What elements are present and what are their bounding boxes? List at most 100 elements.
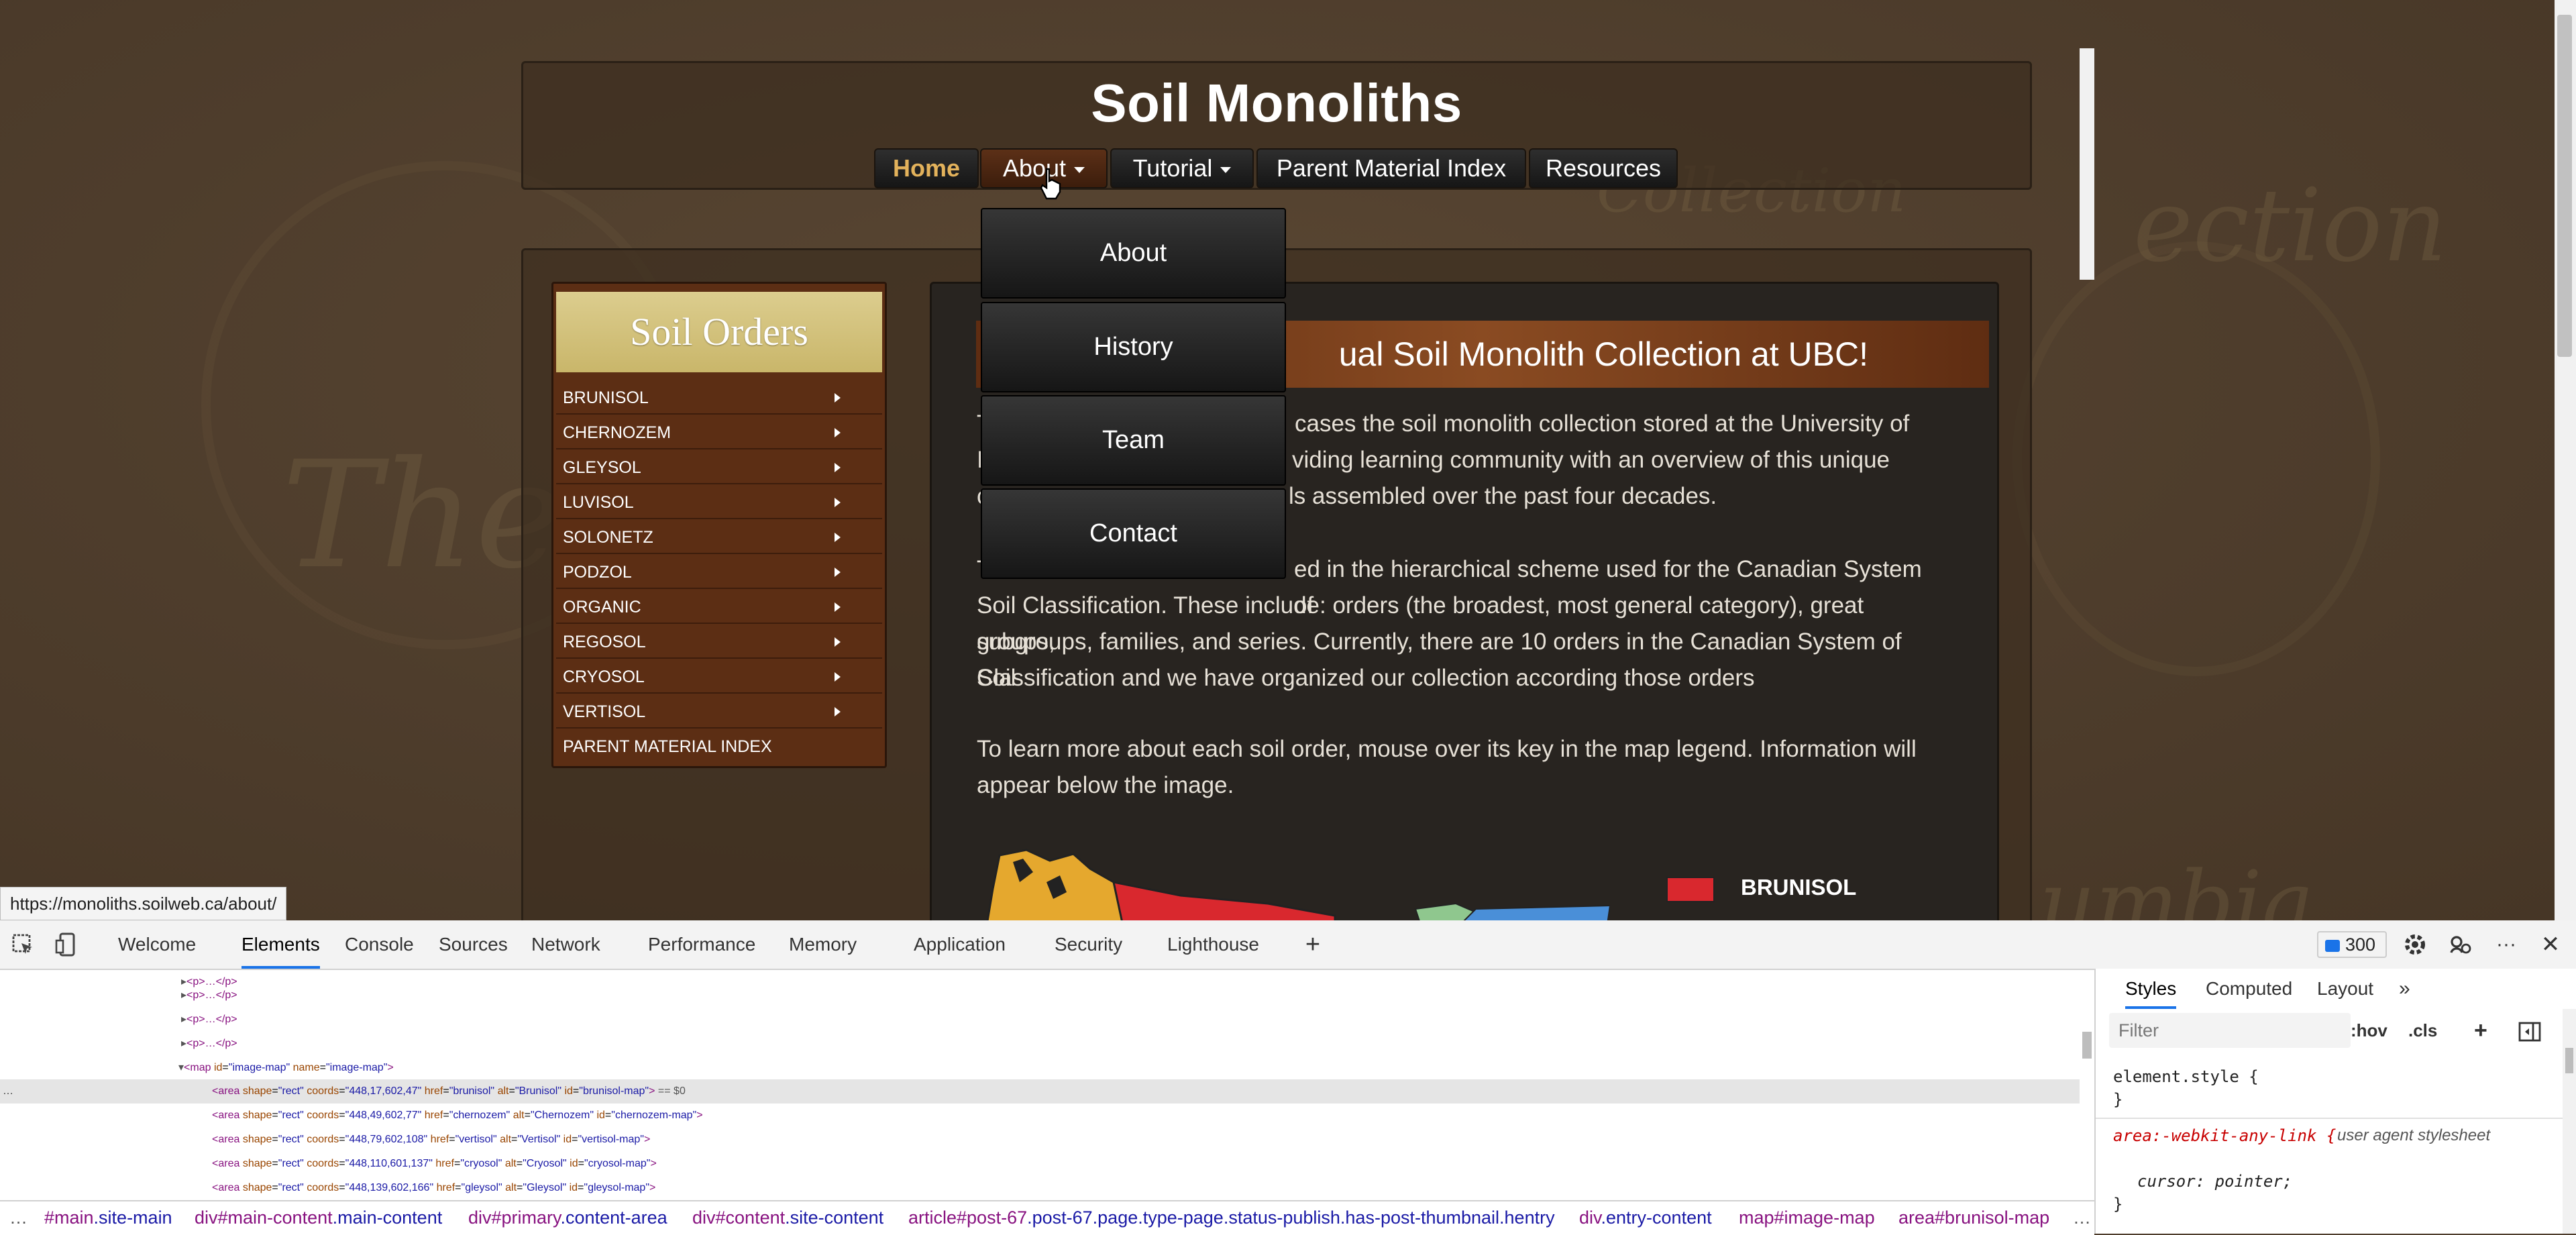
breadcrumb-item[interactable]: div#main-content.main-content [195, 1201, 442, 1234]
area-alt: Chernozem [534, 1110, 590, 1121]
hov-button[interactable]: :hov [2351, 1013, 2387, 1048]
styles-scrollbar-thumb[interactable] [2565, 1048, 2573, 1073]
cls-button[interactable]: .cls [2408, 1013, 2437, 1048]
breadcrumb-item[interactable]: div.entry-content [1579, 1201, 1712, 1234]
breadcrumb-item[interactable]: #main.site-main [44, 1201, 172, 1234]
sidebar-item-cryosol[interactable]: CRYOSOL [556, 660, 882, 694]
expand-arrow-icon[interactable]: ▸ [181, 1038, 186, 1049]
dropdown-item-team[interactable]: Team [981, 395, 1286, 486]
dom-node-text: <p>…</p> [186, 1014, 237, 1025]
tab-styles[interactable]: Styles [2125, 969, 2177, 1009]
chevron-right-icon [835, 428, 841, 437]
device-toolbar-icon[interactable] [54, 931, 80, 958]
tab-computed[interactable]: Computed [2206, 969, 2292, 1009]
breadcrumb-item[interactable]: article#post-67.post-67.page.type-page.s… [908, 1201, 1555, 1234]
tab-performance[interactable]: Performance [648, 920, 755, 969]
sidebar-item-brunisol[interactable]: BRUNISOL [556, 381, 882, 415]
issues-icon [2325, 939, 2340, 952]
styles-filter-input[interactable]: Filter [2109, 1013, 2351, 1048]
close-icon[interactable]: ✕ [2537, 931, 2564, 958]
site-title[interactable]: Soil Monoliths [523, 72, 2030, 134]
breadcrumb-ellipsis[interactable]: … [9, 1201, 28, 1234]
page-scrollbar-thumb[interactable] [2557, 15, 2572, 357]
dom-attr-value: image-map [329, 1062, 384, 1073]
tab-elements[interactable]: Elements [241, 920, 320, 969]
expand-arrow-icon[interactable]: ▸ [181, 989, 186, 1001]
tab-welcome[interactable]: Welcome [118, 920, 196, 969]
elements-scrollbar-thumb[interactable] [2082, 1032, 2092, 1059]
chevron-right-icon [835, 393, 841, 402]
nav-parent-material-index[interactable]: Parent Material Index [1256, 148, 1526, 189]
breadcrumb-item[interactable]: div#content.site-content [692, 1201, 883, 1234]
dom-node-p[interactable]: ▸<p>…</p> [181, 1008, 237, 1032]
css-rule-element-style[interactable]: element.style { [2113, 1065, 2259, 1088]
sidebar-item-organic[interactable]: ORGANIC [556, 590, 882, 624]
dom-node-area-cryosol[interactable]: <area shape="rect" coords="448,110,601,1… [212, 1152, 657, 1176]
styles-scrollbar[interactable] [2563, 1009, 2576, 1234]
canada-soil-map[interactable] [986, 842, 1610, 920]
sidebar-item-vertisol[interactable]: VERTISOL [556, 695, 882, 729]
dom-node-area-chernozem[interactable]: <area shape="rect" coords="448,49,602,77… [212, 1104, 703, 1128]
breadcrumb-item[interactable]: div#primary.content-area [468, 1201, 667, 1234]
area-id: gleysol-map [588, 1182, 646, 1193]
dom-node-p[interactable]: ▸<p>…</p> [181, 983, 237, 1008]
breadcrumb-item[interactable]: map#image-map [1739, 1201, 1875, 1234]
dom-node-text: <p>…</p> [186, 1038, 237, 1049]
inspect-icon[interactable] [9, 931, 36, 958]
tab-memory[interactable]: Memory [789, 920, 857, 969]
breadcrumb-item-selected[interactable]: area#brunisol-map [1898, 1201, 2049, 1234]
sidebar-item-podzol[interactable]: PODZOL [556, 555, 882, 589]
tab-console[interactable]: Console [345, 920, 414, 969]
toggle-sidebar-icon[interactable] [2518, 1013, 2541, 1048]
more-icon[interactable]: ··· [2493, 931, 2520, 958]
sidebar-item-chernozem[interactable]: CHERNOZEM [556, 416, 882, 449]
area-alt: Vertisol [521, 1134, 557, 1145]
chevron-right-icon [835, 707, 841, 716]
dropdown-item-contact[interactable]: Contact [981, 488, 1286, 579]
sidebar-item-solonetz[interactable]: SOLONETZ [556, 521, 882, 554]
legend-label-brunisol[interactable]: BRUNISOL [1741, 875, 1856, 900]
dom-gutter-ellipsis[interactable]: … [3, 1079, 13, 1104]
chevron-right-icon [835, 498, 841, 507]
add-tab-icon[interactable]: + [1299, 931, 1326, 958]
collapse-arrow-icon[interactable]: ▾ [178, 1062, 184, 1073]
nav-resources[interactable]: Resources [1529, 148, 1678, 189]
css-declaration[interactable]: cursor: pointer; [2137, 1170, 2292, 1193]
tab-lighthouse[interactable]: Lighthouse [1167, 920, 1259, 969]
tab-security[interactable]: Security [1055, 920, 1122, 969]
nav-tutorial[interactable]: Tutorial [1110, 148, 1254, 189]
legend-swatch-brunisol[interactable] [1666, 877, 1715, 902]
breadcrumb-ellipsis-end[interactable]: … [2073, 1201, 2091, 1234]
expand-arrow-icon[interactable]: ▸ [181, 1014, 186, 1025]
dom-node-p[interactable]: ▸<p>…</p> [181, 1032, 237, 1056]
dom-attr-name: name [292, 1062, 320, 1073]
dom-node-area-brunisol[interactable]: <area shape="rect" coords="448,17,602,47… [212, 1079, 686, 1104]
sidebar-item-gleysol[interactable]: GLEYSOL [556, 451, 882, 484]
css-rule-close: } [2113, 1195, 2123, 1214]
settings-icon[interactable] [2402, 931, 2428, 958]
dom-node-map[interactable]: ▾<map id="image-map" name="image-map"> [178, 1056, 394, 1080]
dropdown-item-about[interactable]: About [981, 208, 1286, 299]
breadcrumb-tag: map#image-map [1739, 1207, 1875, 1228]
css-rule-divider [2096, 1118, 2576, 1119]
sidebar-item-label: VERTISOL [563, 702, 646, 721]
issues-badge[interactable]: 300 [2317, 931, 2387, 958]
elements-scrollbar[interactable] [2080, 48, 2094, 280]
customize-icon[interactable] [2447, 931, 2474, 958]
dom-node-area-gleysol[interactable]: <area shape="rect" coords="448,139,602,1… [212, 1176, 655, 1200]
tab-sources[interactable]: Sources [439, 920, 508, 969]
tab-network[interactable]: Network [531, 920, 600, 969]
more-tabs-icon[interactable]: » [2399, 969, 2410, 1009]
sidebar-item-regosol[interactable]: REGOSOL [556, 625, 882, 659]
css-rule-selector[interactable]: area:-webkit-any-link { [2113, 1124, 2336, 1147]
tab-layout[interactable]: Layout [2317, 969, 2373, 1009]
nav-home[interactable]: Home [874, 148, 979, 189]
sidebar-item-luvisol[interactable]: LUVISOL [556, 486, 882, 519]
sidebar-item-parent-material-index[interactable]: PARENT MATERIAL INDEX [556, 730, 882, 763]
area-coords: 448,17,602,47 [349, 1085, 418, 1097]
dom-node-area-vertisol[interactable]: <area shape="rect" coords="448,79,602,10… [212, 1128, 650, 1152]
dropdown-item-history[interactable]: History [981, 302, 1286, 392]
new-style-rule-icon[interactable]: + [2474, 1013, 2487, 1048]
chevron-right-icon [835, 602, 841, 612]
tab-application[interactable]: Application [914, 920, 1006, 969]
